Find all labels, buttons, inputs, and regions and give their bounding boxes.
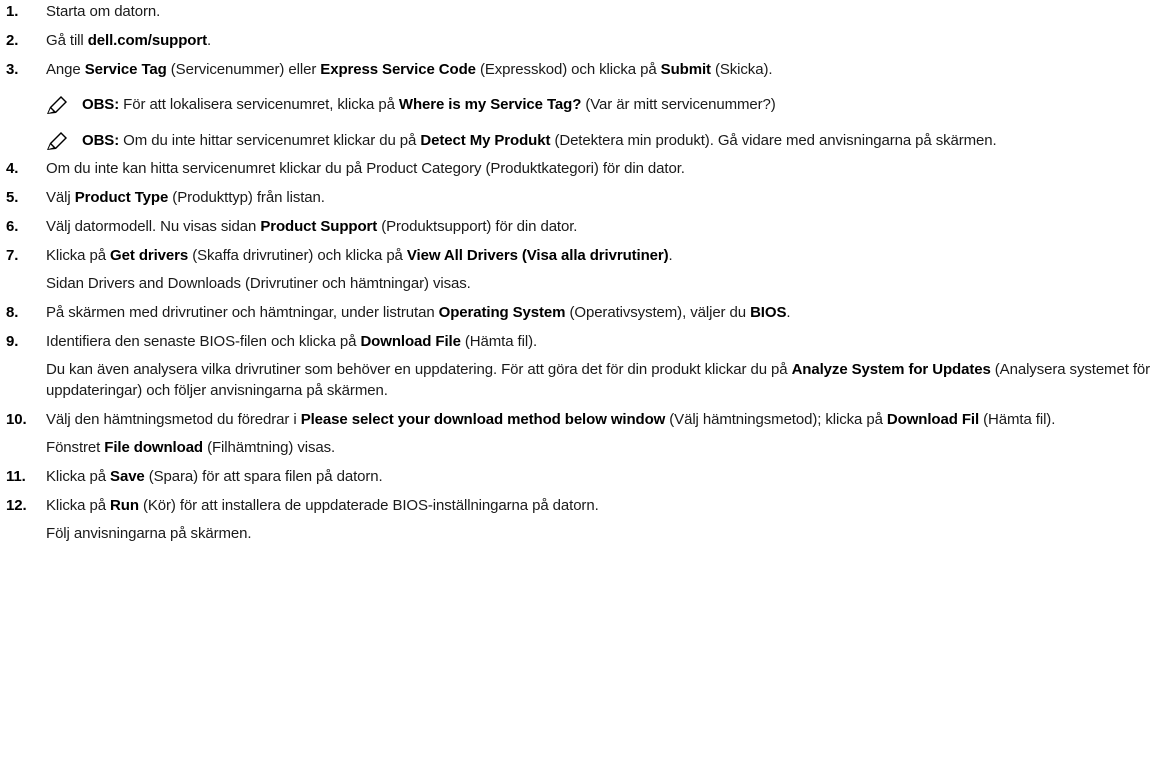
step-11: 11. Klicka på Save (Spara) för att spara… bbox=[6, 466, 1167, 487]
step-7: 7. Klicka på Get drivers (Skaffa drivrut… bbox=[6, 245, 1167, 294]
emphasized-term: Save bbox=[110, 468, 145, 485]
step-number: 2. bbox=[6, 32, 19, 49]
note-text: OBS: Om du inte hittar servicenumret kli… bbox=[82, 132, 997, 149]
step-9: 9. Identifiera den senaste BIOS-filen oc… bbox=[6, 331, 1167, 401]
step-text: Klicka på Run (Kör) för att installera d… bbox=[46, 497, 599, 514]
step-number: 10. bbox=[6, 411, 27, 428]
emphasized-term: OBS: bbox=[82, 96, 120, 113]
instruction-document: 1. Starta om datorn. 2. Gå till dell.com… bbox=[0, 0, 1167, 544]
step-8: 8. På skärmen med drivrutiner och hämtni… bbox=[6, 302, 1167, 323]
step-text: Välj Product Type (Produkttyp) från list… bbox=[46, 189, 325, 206]
pencil-note-icon bbox=[46, 94, 82, 116]
step-text: Klicka på Get drivers (Skaffa drivrutine… bbox=[46, 247, 673, 264]
emphasized-term: File download bbox=[104, 439, 203, 456]
emphasized-term: Download Fil bbox=[886, 411, 980, 428]
emphasized-term: Product Support bbox=[260, 218, 378, 235]
pencil-note-icon bbox=[46, 130, 82, 152]
emphasized-term: Analyze System for Updates bbox=[791, 361, 991, 378]
step-number: 1. bbox=[6, 3, 19, 20]
emphasized-term: View All Drivers (Visa alla drivrutiner) bbox=[406, 247, 669, 264]
step-text: Ange Service Tag (Servicenummer) eller E… bbox=[46, 61, 773, 78]
step-text: Välj den hämtningsmetod du föredrar i Pl… bbox=[46, 411, 1056, 428]
step-number: 4. bbox=[6, 160, 19, 177]
step-number: 5. bbox=[6, 189, 19, 206]
emphasized-term: Submit bbox=[660, 61, 711, 78]
emphasized-term: Product Type bbox=[74, 189, 169, 206]
step-text: Identifiera den senaste BIOS-filen och k… bbox=[46, 333, 538, 350]
step-2: 2. Gå till dell.com/support. bbox=[6, 30, 1167, 51]
step-result-text: Följ anvisningarna på skärmen. bbox=[46, 525, 252, 542]
step-number: 9. bbox=[6, 333, 19, 350]
emphasized-term: Detect My Produkt bbox=[420, 132, 551, 149]
emphasized-term: Where is my Service Tag? bbox=[398, 96, 582, 113]
note-service-tag: OBS: För att lokalisera servicenumret, k… bbox=[46, 94, 1167, 116]
step-3: 3. Ange Service Tag (Servicenummer) elle… bbox=[6, 59, 1167, 80]
step-number: 6. bbox=[6, 218, 19, 235]
step-6: 6. Välj datormodell. Nu visas sidan Prod… bbox=[6, 216, 1167, 237]
step-text: Om du inte kan hitta servicenumret klick… bbox=[46, 160, 685, 177]
emphasized-term: Run bbox=[110, 497, 139, 514]
emphasized-term: Download File bbox=[360, 333, 461, 350]
emphasized-term: Service Tag bbox=[84, 61, 167, 78]
step-extra-text: Du kan även analysera vilka drivrutiner … bbox=[46, 361, 1151, 399]
emphasized-term: Express Service Code bbox=[320, 61, 476, 78]
step-number: 12. bbox=[6, 497, 27, 514]
step-12: 12. Klicka på Run (Kör) för att installe… bbox=[6, 495, 1167, 544]
emphasized-term: dell.com/support bbox=[87, 32, 207, 49]
step-10: 10. Välj den hämtningsmetod du föredrar … bbox=[6, 409, 1167, 458]
emphasized-term: BIOS bbox=[750, 304, 787, 321]
step-5: 5. Välj Product Type (Produkttyp) från l… bbox=[6, 187, 1167, 208]
step-number: 3. bbox=[6, 61, 19, 78]
step-text: Välj datormodell. Nu visas sidan Product… bbox=[46, 218, 578, 235]
step-1: 1. Starta om datorn. bbox=[6, 1, 1167, 22]
emphasized-term: Get drivers bbox=[110, 247, 189, 264]
step-4: 4. Om du inte kan hitta servicenumret kl… bbox=[6, 158, 1167, 179]
step-number: 11. bbox=[6, 468, 26, 485]
step-number: 7. bbox=[6, 247, 19, 264]
note-text: OBS: För att lokalisera servicenumret, k… bbox=[82, 96, 776, 113]
step-result-text: Fönstret File download (Filhämtning) vis… bbox=[46, 439, 336, 456]
emphasized-term: OBS: bbox=[82, 132, 120, 149]
step-text: Klicka på Save (Spara) för att spara fil… bbox=[46, 468, 383, 485]
step-text: Starta om datorn. bbox=[46, 3, 161, 20]
note-detect-product: OBS: Om du inte hittar servicenumret kli… bbox=[46, 130, 1167, 152]
emphasized-term: Operating System bbox=[438, 304, 566, 321]
step-number: 8. bbox=[6, 304, 19, 321]
step-result-text: Sidan Drivers and Downloads (Drivrutiner… bbox=[46, 275, 471, 292]
step-text: På skärmen med drivrutiner och hämtninga… bbox=[46, 304, 791, 321]
emphasized-term: Please select your download method below… bbox=[300, 411, 666, 428]
step-text: Gå till dell.com/support. bbox=[46, 32, 212, 49]
